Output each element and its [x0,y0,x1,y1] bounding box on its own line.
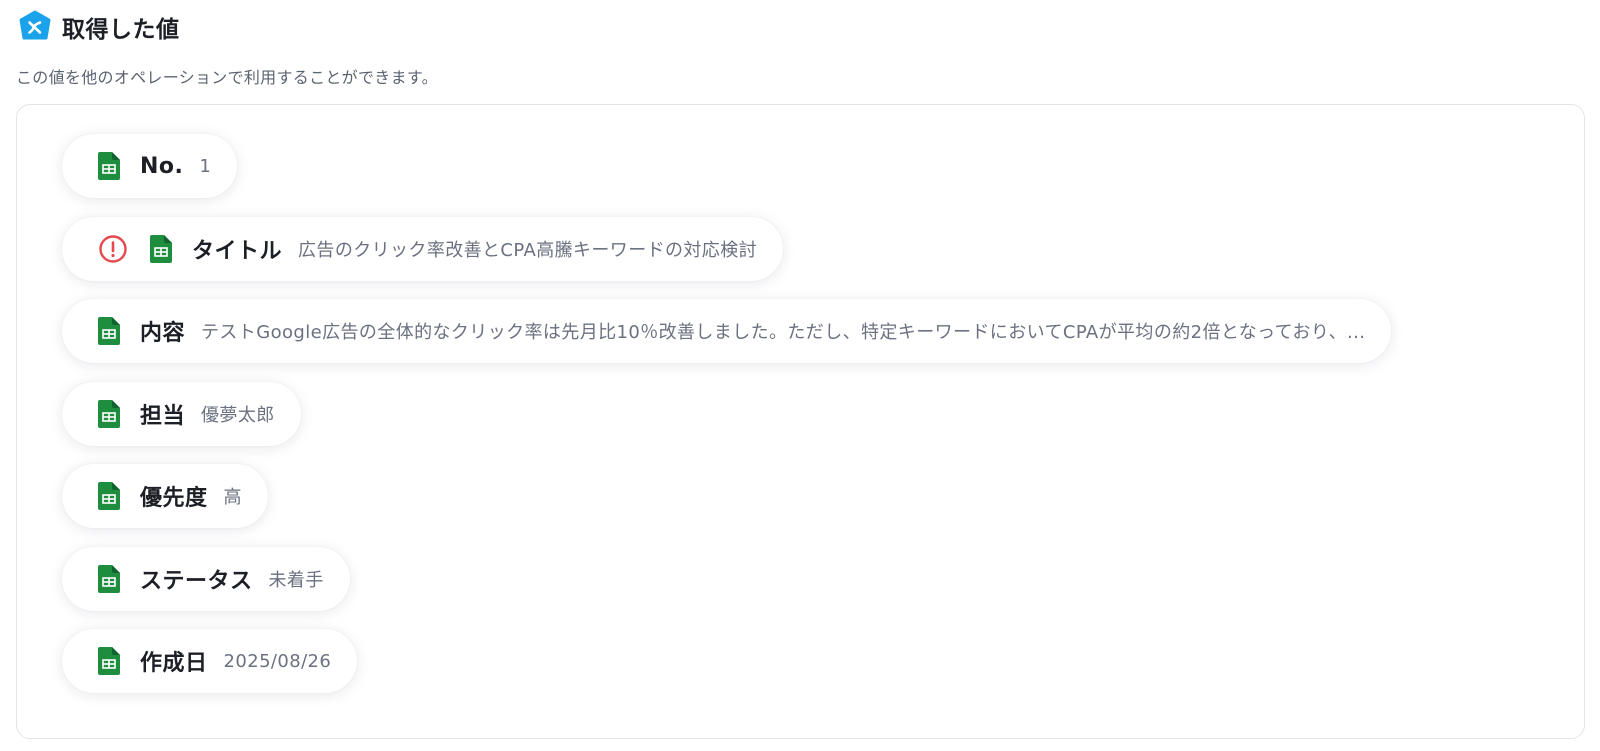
google-sheets-icon [98,647,120,675]
field-value: 1 [199,155,212,177]
page-title: 取得した値 [62,17,180,43]
google-sheets-icon [98,482,120,510]
field-chip-title[interactable]: タイトル 広告のクリック率改善とCPA高騰キーワードの対応検討 [62,217,783,281]
google-sheets-icon [98,317,120,345]
field-label: ステータス [140,569,253,594]
field-value: 未着手 [268,570,324,591]
yoom-logo-icon [19,10,51,40]
field-label: 内容 [140,321,186,346]
field-value: 2025/08/26 [223,650,332,672]
field-chip-no[interactable]: No. 1 [62,134,238,198]
field-chip-created-date[interactable]: 作成日 2025/08/26 [62,629,358,693]
page-description: この値を他のオペレーションで利用することができます。 [16,68,438,87]
field-value: 高 [223,487,242,508]
field-chip-assignee[interactable]: 担当 優夢太郎 [62,382,301,446]
field-chip-status[interactable]: ステータス 未着手 [62,547,350,611]
field-chip-content[interactable]: 内容 テストGoogle広告の全体的なクリック率は先月比10％改善しました。ただ… [62,299,1392,363]
field-label: 優先度 [140,486,208,511]
output-values-panel: No. 1 タイトル 広告のクリック率改善とCPA高騰キーワードの対応検討 内容… [16,104,1585,739]
header: 取得した値 [18,9,180,45]
warning-icon [99,235,127,263]
google-sheets-icon [150,235,172,263]
field-label: 担当 [140,404,186,429]
field-value: 広告のクリック率改善とCPA高騰キーワードの対応検討 [298,240,757,261]
google-sheets-icon [98,565,120,593]
google-sheets-icon [98,400,120,428]
field-chip-priority[interactable]: 優先度 高 [62,464,268,528]
google-sheets-icon [98,152,120,180]
field-label: 作成日 [140,651,208,676]
field-label: タイトル [192,239,283,264]
field-label: No. [140,153,184,179]
field-value: 優夢太郎 [201,405,275,426]
field-value: テストGoogle広告の全体的なクリック率は先月比10％改善しました。ただし、特… [201,322,1366,343]
